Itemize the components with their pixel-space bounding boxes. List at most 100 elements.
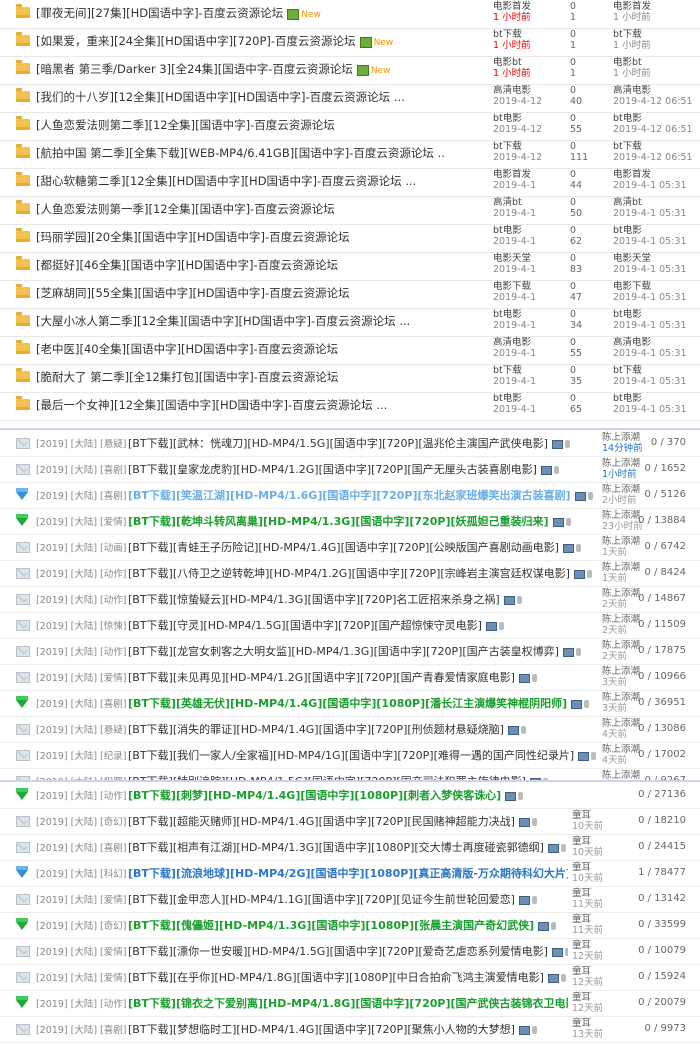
thread-title-link[interactable]: [BT下载][消失的罪证][HD-MP4/1.4G][国语中字][720P][刑… bbox=[128, 721, 598, 737]
thread-title-link[interactable]: [BT下载][流浪地球][HD-MP4/2G][国语中字][1080P][真正高… bbox=[128, 865, 568, 881]
thread-row[interactable]: [大屋小冰人第二季][12全集][国语中字][HD国语中字]-百度云资源论坛 .… bbox=[0, 308, 700, 337]
thread-title-link[interactable]: [BT下载][超能灭赌师][HD-MP4/1.4G][国语中字][720P][民… bbox=[128, 813, 568, 829]
last-post-date[interactable]: 2019-4-12 06:51 bbox=[613, 152, 698, 163]
thread-title-text[interactable]: [BT下载][金甲恋人][HD-MP4/1.1G][国语中字][720P][见证… bbox=[128, 893, 515, 906]
thread-title-text[interactable]: [BT下载][超能灭赌师][HD-MP4/1.4G][国语中字][720P][民… bbox=[128, 815, 515, 828]
thread-row[interactable]: [人鱼恋爱法则第一季][12全集][国语中字]-百度云资源论坛 高清bt 2019-… bbox=[0, 196, 700, 225]
thread-row[interactable]: [罪夜无间][27集][HD国语中字]-百度云资源论坛 New 电影首发 1 小时前 0… bbox=[0, 0, 700, 29]
thread-row[interactable]: [2019] [大陆] [喜剧] [BT下载][梦想临时工][HD-MP4/1.4… bbox=[0, 1016, 700, 1043]
last-post-date[interactable]: 2019-4-1 05:31 bbox=[613, 236, 698, 247]
thread-title-text[interactable]: [如果爱，重来][24全集][HD国语中字][720P]-百度云资源论坛 bbox=[36, 34, 356, 48]
last-post-date[interactable]: 2019-4-1 05:31 bbox=[613, 292, 698, 303]
thread-title-link[interactable]: [大屋小冰人第二季][12全集][国语中字][HD国语中字]-百度云资源论坛 .… bbox=[36, 313, 446, 329]
thread-row[interactable]: [玛丽学园][20全集][国语中字][HD国语中字]-百度云资源论坛 bt电影 20… bbox=[0, 224, 700, 253]
author-name[interactable]: 童耳 bbox=[572, 914, 627, 925]
thread-row[interactable]: [航拍中国 第二季][全集下载][WEB-MP4/6.41GB][国语中字]-百… bbox=[0, 140, 700, 169]
category-link[interactable]: bt下载 bbox=[493, 29, 563, 40]
thread-title-text[interactable]: [最后一个女神][12全集][国语中字][HD国语中字]-百度云资源论坛 ... bbox=[36, 398, 387, 412]
thread-title-text[interactable]: [航拍中国 第二季][全集下载][WEB-MP4/6.41GB][国语中字]-百… bbox=[36, 146, 446, 160]
thread-title-text[interactable]: [BT下载][漂你一世安暖][HD-MP4/1.5G][国语中字][720P][… bbox=[128, 945, 548, 958]
thread-title-link[interactable]: [航拍中国 第二季][全集下载][WEB-MP4/6.41GB][国语中字]-百… bbox=[36, 145, 446, 161]
last-post-category[interactable]: bt下载 bbox=[613, 365, 698, 376]
last-post-date[interactable]: 2019-4-1 05:31 bbox=[613, 264, 698, 275]
thread-row[interactable]: [2019] [大陆] [纪录] [BT下载][我们一家人/全家福][HD-MP4… bbox=[0, 742, 700, 769]
thread-title-text[interactable]: [芝麻胡同][55全集][国语中字][HD国语中字]-百度云资源论坛 bbox=[36, 286, 350, 300]
thread-title-text[interactable]: [BT下载][在乎你][HD-MP4/1.8G][国语中字][1080P][中日… bbox=[128, 971, 544, 984]
thread-row[interactable]: [2019] [大陆] [爱情] [BT下载][漂你一世安暖][HD-MP4/1.… bbox=[0, 938, 700, 965]
last-post-category[interactable]: bt下载 bbox=[613, 141, 698, 152]
thread-title-text[interactable]: [BT下载][皇家龙虎豹][HD-MP4/1.2G][国语中字][720P][国… bbox=[128, 463, 537, 476]
thread-title-link[interactable]: [暗黑者 第三季/Darker 3][全24集][国语中字-百度云资源论坛 New bbox=[36, 61, 446, 77]
thread-title-link[interactable]: [BT下载][笑温江湖][HD-MP4/1.6G][国语中字][720P][东北… bbox=[128, 487, 598, 503]
thread-row[interactable]: [2019] [大陆] [动作] [BT下载][八侍卫之逆转乾坤][HD-MP4/… bbox=[0, 560, 700, 587]
thread-row[interactable]: [2019] [大陆] [科幻] [BT下载][流浪地球][HD-MP4/2G][… bbox=[0, 860, 700, 887]
thread-title-text[interactable]: [BT下载][龙宫女刺客之大明女监][HD-MP4/1.3G][国语中字][72… bbox=[128, 645, 559, 658]
thread-title-text[interactable]: [人鱼恋爱法则第二季][12全集][国语中字]-百度云资源论坛 bbox=[36, 118, 335, 132]
thread-title-link[interactable]: [脆耐大了 第二季][全12集打包][国语中字]-百度云资源论坛 bbox=[36, 369, 446, 385]
last-post-date[interactable]: 2019-4-1 05:31 bbox=[613, 376, 698, 387]
thread-title-link[interactable]: [玛丽学园][20全集][国语中字][HD国语中字]-百度云资源论坛 bbox=[36, 229, 446, 245]
thread-row[interactable]: [2019] [大陆] [动画] [BT下载][青蛙王子历险记][HD-MP4/1… bbox=[0, 534, 700, 561]
author-name[interactable]: 童耳 bbox=[572, 1018, 627, 1029]
last-post-category[interactable]: 电影天堂 bbox=[613, 253, 698, 264]
last-post-date[interactable]: 1 小时前 bbox=[613, 12, 698, 23]
thread-row[interactable]: [2019] [大陆] [悬疑] [BT下载][消失的罪证][HD-MP4/1.4… bbox=[0, 716, 700, 743]
thread-title-link[interactable]: [芝麻胡同][55全集][国语中字][HD国语中字]-百度云资源论坛 bbox=[36, 285, 446, 301]
thread-title-link[interactable]: [BT下载][未见再见][HD-MP4/1.2G][国语中字][720P][国产… bbox=[128, 669, 598, 685]
thread-title-text[interactable]: [脆耐大了 第二季][全12集打包][国语中字]-百度云资源论坛 bbox=[36, 370, 338, 384]
last-post-category[interactable]: bt电影 bbox=[613, 393, 698, 404]
thread-title-link[interactable]: [BT下载][武林：恍魂刀][HD-MP4/1.5G][国语中字][720P][… bbox=[128, 435, 598, 451]
last-post-category[interactable]: 高清电影 bbox=[613, 85, 698, 96]
last-post-date[interactable]: 2019-4-1 05:31 bbox=[613, 208, 698, 219]
thread-row[interactable]: [2019] [大陆] [奇幻] [BT下载][超能灭赌师][HD-MP4/1.4… bbox=[0, 808, 700, 835]
category-link[interactable]: bt电影 bbox=[493, 225, 563, 236]
thread-row[interactable]: [2019] [大陆] [爱情] [BT下载][金甲恋人][HD-MP4/1.1G… bbox=[0, 886, 700, 913]
thread-row[interactable]: [如果爱，重来][24全集][HD国语中字][720P]-百度云资源论坛 New b… bbox=[0, 28, 700, 57]
thread-title-link[interactable]: [最后一个女神][12全集][国语中字][HD国语中字]-百度云资源论坛 ... bbox=[36, 397, 446, 413]
thread-title-text[interactable]: [暗黑者 第三季/Darker 3][全24集][国语中字-百度云资源论坛 bbox=[36, 62, 353, 76]
author-name[interactable]: 童耳 bbox=[572, 862, 627, 873]
thread-row[interactable]: [2019] [大陆] [爱情] [BT下载][未见再见][HD-MP4/1.2G… bbox=[0, 664, 700, 691]
thread-title-text[interactable]: [BT下载][乾坤斗转风离巢][HD-MP4/1.3G][国语中字][720P]… bbox=[128, 515, 549, 528]
thread-title-text[interactable]: [我们的十八岁][12全集][HD国语中字][HD国语中字]-百度云资源论坛 .… bbox=[36, 90, 405, 104]
thread-title-link[interactable]: [人鱼恋爱法则第一季][12全集][国语中字]-百度云资源论坛 bbox=[36, 201, 446, 217]
thread-title-link[interactable]: [甜心软糖第二季][12全集][HD国语中字][HD国语中字]-百度云资源论坛 … bbox=[36, 173, 446, 189]
thread-row[interactable]: [2019] [大陆] [动作] [BT下载][锦衣之下爱别离][HD-MP4/1… bbox=[0, 990, 700, 1017]
last-post-category[interactable]: bt电影 bbox=[613, 113, 698, 124]
thread-title-text[interactable]: [人鱼恋爱法则第一季][12全集][国语中字]-百度云资源论坛 bbox=[36, 202, 335, 216]
thread-row[interactable]: [2019] [大陆] [动作] [BT下载][龙宫女刺客之大明女监][HD-MP… bbox=[0, 638, 700, 665]
thread-row[interactable]: [2019] [大陆] [惊悚] [BT下载][守灵][HD-MP4/1.5G][… bbox=[0, 612, 700, 639]
category-link[interactable]: 高清bt bbox=[493, 197, 563, 208]
author-name[interactable]: 童耳 bbox=[572, 966, 627, 977]
thread-title-link[interactable]: [罪夜无间][27集][HD国语中字]-百度云资源论坛 New bbox=[36, 5, 446, 21]
last-post-category[interactable]: 电影首发 bbox=[613, 169, 698, 180]
thread-row[interactable]: [老中医][40全集][国语中字][HD国语中字]-百度云资源论坛 高清电影 201… bbox=[0, 336, 700, 365]
thread-title-link[interactable]: [BT下载][相声有江湖][HD-MP4/1.3G][国语中字][1080P][… bbox=[128, 839, 568, 855]
last-post-date[interactable]: 2019-4-12 06:51 bbox=[613, 124, 698, 135]
last-post-date[interactable]: 2019-4-1 05:31 bbox=[613, 404, 698, 415]
last-post-category[interactable]: 高清bt bbox=[613, 197, 698, 208]
thread-title-link[interactable]: [BT下载][乾坤斗转风离巢][HD-MP4/1.3G][国语中字][720P]… bbox=[128, 513, 598, 529]
thread-row[interactable]: [人鱼恋爱法则第二季][12全集][国语中字]-百度云资源论坛 bt电影 2019-… bbox=[0, 112, 700, 141]
thread-title-text[interactable]: [BT下载][未见再见][HD-MP4/1.2G][国语中字][720P][国产… bbox=[128, 671, 515, 684]
category-link[interactable]: bt电影 bbox=[493, 113, 563, 124]
thread-title-link[interactable]: [BT下载][皇家龙虎豹][HD-MP4/1.2G][国语中字][720P][国… bbox=[128, 461, 598, 477]
thread-title-text[interactable]: [都挺好][46全集][国语中字][HD国语中字]-百度云资源论坛 bbox=[36, 258, 338, 272]
last-post-date[interactable]: 2019-4-12 06:51 bbox=[613, 96, 698, 107]
last-post-category[interactable]: 高清电影 bbox=[613, 337, 698, 348]
thread-row[interactable]: [2019] [大陆] [悬疑] [BT下载][武林：恍魂刀][HD-MP4/1.… bbox=[0, 430, 700, 457]
category-link[interactable]: 电影首发 bbox=[493, 1, 563, 12]
category-link[interactable]: bt下载 bbox=[493, 141, 563, 152]
thread-title-text[interactable]: [BT下载][守灵][HD-MP4/1.5G][国语中字][720P][国产超惊… bbox=[128, 619, 482, 632]
last-post-category[interactable]: 电影首发 bbox=[613, 1, 698, 12]
thread-title-text[interactable]: [BT下载][锦衣之下爱别离][HD-MP4/1.8G][国语中字][720P]… bbox=[128, 997, 568, 1010]
thread-title-text[interactable]: [BT下载][相声有江湖][HD-MP4/1.3G][国语中字][1080P][… bbox=[128, 841, 544, 854]
category-link[interactable]: 电影首发 bbox=[493, 169, 563, 180]
thread-row[interactable]: [脆耐大了 第二季][全12集打包][国语中字]-百度云资源论坛 bt下载 2019… bbox=[0, 364, 700, 393]
thread-row[interactable]: [2019] [大陆] [爱情] [BT下载][在乎你][HD-MP4/1.8G]… bbox=[0, 964, 700, 991]
thread-title-text[interactable]: [BT下载][惊蛰疑云][HD-MP4/1.3G][国语中字][720P]名工匠… bbox=[128, 593, 500, 606]
thread-title-text[interactable]: [BT下载][笑温江湖][HD-MP4/1.6G][国语中字][720P][东北… bbox=[128, 489, 571, 502]
author-name[interactable]: 童耳 bbox=[572, 888, 627, 899]
thread-title-text[interactable]: [BT下载][刺梦][HD-MP4/1.4G][国语中字][1080P][刺者入… bbox=[128, 789, 501, 802]
thread-title-text[interactable]: [BT下载][武林：恍魂刀][HD-MP4/1.5G][国语中字][720P][… bbox=[128, 437, 548, 450]
